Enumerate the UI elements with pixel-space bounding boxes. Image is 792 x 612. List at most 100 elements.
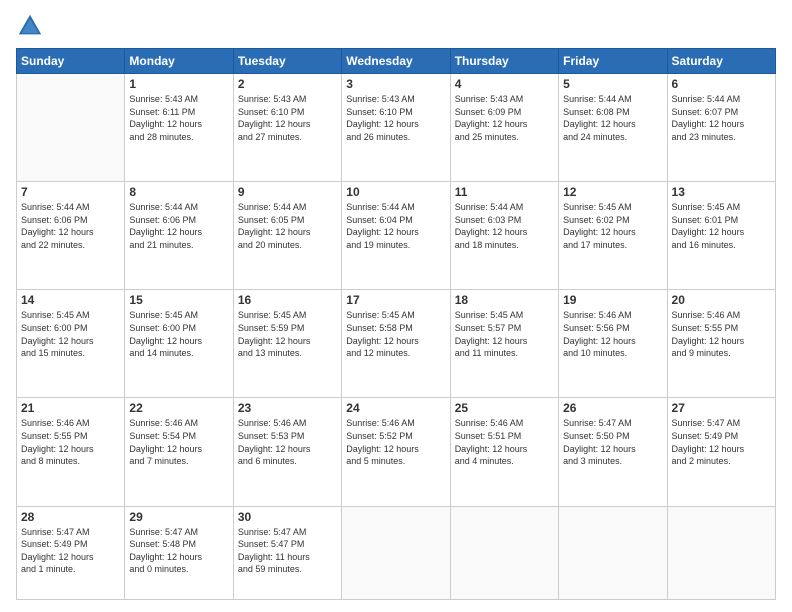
day-number: 12: [563, 185, 662, 199]
calendar-cell: 13 Sunrise: 5:45 AM Sunset: 6:01 PM Dayli…: [667, 182, 775, 290]
calendar-cell: 29 Sunrise: 5:47 AM Sunset: 5:48 PM Dayli…: [125, 506, 233, 599]
calendar-cell: 20 Sunrise: 5:46 AM Sunset: 5:55 PM Dayli…: [667, 290, 775, 398]
calendar-cell: 16 Sunrise: 5:45 AM Sunset: 5:59 PM Dayli…: [233, 290, 341, 398]
day-info: Sunrise: 5:47 AM Sunset: 5:48 PM Dayligh…: [129, 526, 228, 576]
day-info: Sunrise: 5:46 AM Sunset: 5:55 PM Dayligh…: [672, 309, 771, 359]
calendar-cell: 10Sunrise: 5:44 AM Sunset: 6:04 PM Dayli…: [342, 182, 450, 290]
day-number: 23: [238, 401, 337, 415]
calendar-cell: 2 Sunrise: 5:43 AM Sunset: 6:10 PM Daylig…: [233, 74, 341, 182]
calendar-cell: 27 Sunrise: 5:47 AM Sunset: 5:49 PM Dayli…: [667, 398, 775, 506]
day-number: 28: [21, 510, 120, 524]
day-number: 13: [672, 185, 771, 199]
calendar-header-row: SundayMondayTuesdayWednesdayThursdayFrid…: [17, 49, 776, 74]
day-info: Sunrise: 5:43 AM Sunset: 6:10 PM Dayligh…: [346, 93, 445, 143]
calendar-week-row: 1 Sunrise: 5:43 AM Sunset: 6:11 PM Daylig…: [17, 74, 776, 182]
calendar-week-row: 7 Sunrise: 5:44 AM Sunset: 6:06 PM Daylig…: [17, 182, 776, 290]
day-info: Sunrise: 5:47 AM Sunset: 5:47 PM Dayligh…: [238, 526, 337, 576]
day-number: 7: [21, 185, 120, 199]
day-number: 6: [672, 77, 771, 91]
calendar-cell: 18Sunrise: 5:45 AM Sunset: 5:57 PM Dayli…: [450, 290, 558, 398]
day-number: 21: [21, 401, 120, 415]
calendar-cell: 11 Sunrise: 5:44 AM Sunset: 6:03 PM Dayli…: [450, 182, 558, 290]
day-info: Sunrise: 5:46 AM Sunset: 5:55 PM Dayligh…: [21, 417, 120, 467]
day-number: 15: [129, 293, 228, 307]
calendar-cell: [559, 506, 667, 599]
calendar-header-monday: Monday: [125, 49, 233, 74]
calendar-table: SundayMondayTuesdayWednesdayThursdayFrid…: [16, 48, 776, 600]
calendar-header-tuesday: Tuesday: [233, 49, 341, 74]
calendar-cell: 1 Sunrise: 5:43 AM Sunset: 6:11 PM Daylig…: [125, 74, 233, 182]
calendar-cell: 5 Sunrise: 5:44 AM Sunset: 6:08 PM Daylig…: [559, 74, 667, 182]
calendar-cell: 21 Sunrise: 5:46 AM Sunset: 5:55 PM Dayli…: [17, 398, 125, 506]
calendar-cell: 22Sunrise: 5:46 AM Sunset: 5:54 PM Dayli…: [125, 398, 233, 506]
day-number: 25: [455, 401, 554, 415]
calendar-header-saturday: Saturday: [667, 49, 775, 74]
header: [16, 12, 776, 40]
day-info: Sunrise: 5:44 AM Sunset: 6:06 PM Dayligh…: [21, 201, 120, 251]
day-info: Sunrise: 5:47 AM Sunset: 5:49 PM Dayligh…: [672, 417, 771, 467]
day-number: 20: [672, 293, 771, 307]
calendar-cell: [667, 506, 775, 599]
day-info: Sunrise: 5:43 AM Sunset: 6:10 PM Dayligh…: [238, 93, 337, 143]
day-info: Sunrise: 5:44 AM Sunset: 6:07 PM Dayligh…: [672, 93, 771, 143]
calendar-cell: 4 Sunrise: 5:43 AM Sunset: 6:09 PM Daylig…: [450, 74, 558, 182]
calendar-header-thursday: Thursday: [450, 49, 558, 74]
calendar-cell: [450, 506, 558, 599]
day-number: 30: [238, 510, 337, 524]
day-number: 14: [21, 293, 120, 307]
day-number: 10: [346, 185, 445, 199]
day-number: 1: [129, 77, 228, 91]
day-number: 26: [563, 401, 662, 415]
day-number: 18: [455, 293, 554, 307]
calendar-header-friday: Friday: [559, 49, 667, 74]
day-number: 5: [563, 77, 662, 91]
day-info: Sunrise: 5:43 AM Sunset: 6:11 PM Dayligh…: [129, 93, 228, 143]
calendar-cell: 23 Sunrise: 5:46 AM Sunset: 5:53 PM Dayli…: [233, 398, 341, 506]
day-info: Sunrise: 5:44 AM Sunset: 6:08 PM Dayligh…: [563, 93, 662, 143]
day-number: 4: [455, 77, 554, 91]
day-number: 27: [672, 401, 771, 415]
day-number: 19: [563, 293, 662, 307]
day-info: Sunrise: 5:46 AM Sunset: 5:52 PM Dayligh…: [346, 417, 445, 467]
calendar-cell: 3 Sunrise: 5:43 AM Sunset: 6:10 PM Daylig…: [342, 74, 450, 182]
day-info: Sunrise: 5:45 AM Sunset: 6:02 PM Dayligh…: [563, 201, 662, 251]
calendar-header-wednesday: Wednesday: [342, 49, 450, 74]
day-number: 11: [455, 185, 554, 199]
calendar-cell: 15 Sunrise: 5:45 AM Sunset: 6:00 PM Dayli…: [125, 290, 233, 398]
calendar-cell: 9Sunrise: 5:44 AM Sunset: 6:05 PM Daylig…: [233, 182, 341, 290]
calendar-cell: 12 Sunrise: 5:45 AM Sunset: 6:02 PM Dayli…: [559, 182, 667, 290]
calendar-cell: 19 Sunrise: 5:46 AM Sunset: 5:56 PM Dayli…: [559, 290, 667, 398]
day-info: Sunrise: 5:44 AM Sunset: 6:03 PM Dayligh…: [455, 201, 554, 251]
calendar-cell: 25 Sunrise: 5:46 AM Sunset: 5:51 PM Dayli…: [450, 398, 558, 506]
day-info: Sunrise: 5:46 AM Sunset: 5:53 PM Dayligh…: [238, 417, 337, 467]
day-number: 3: [346, 77, 445, 91]
calendar-cell: 7 Sunrise: 5:44 AM Sunset: 6:06 PM Daylig…: [17, 182, 125, 290]
day-info: Sunrise: 5:46 AM Sunset: 5:51 PM Dayligh…: [455, 417, 554, 467]
calendar-cell: 30 Sunrise: 5:47 AM Sunset: 5:47 PM Dayli…: [233, 506, 341, 599]
logo-icon: [16, 12, 44, 40]
day-number: 29: [129, 510, 228, 524]
calendar-week-row: 14 Sunrise: 5:45 AM Sunset: 6:00 PM Dayli…: [17, 290, 776, 398]
calendar-week-row: 21 Sunrise: 5:46 AM Sunset: 5:55 PM Dayli…: [17, 398, 776, 506]
calendar-cell: 26Sunrise: 5:47 AM Sunset: 5:50 PM Dayli…: [559, 398, 667, 506]
day-number: 22: [129, 401, 228, 415]
calendar-cell: 28 Sunrise: 5:47 AM Sunset: 5:49 PM Dayli…: [17, 506, 125, 599]
day-info: Sunrise: 5:45 AM Sunset: 5:58 PM Dayligh…: [346, 309, 445, 359]
day-info: Sunrise: 5:46 AM Sunset: 5:56 PM Dayligh…: [563, 309, 662, 359]
calendar-cell: [17, 74, 125, 182]
day-info: Sunrise: 5:44 AM Sunset: 6:05 PM Dayligh…: [238, 201, 337, 251]
day-info: Sunrise: 5:45 AM Sunset: 6:01 PM Dayligh…: [672, 201, 771, 251]
day-number: 16: [238, 293, 337, 307]
day-number: 17: [346, 293, 445, 307]
calendar-cell: [342, 506, 450, 599]
day-info: Sunrise: 5:45 AM Sunset: 6:00 PM Dayligh…: [129, 309, 228, 359]
calendar-week-row: 28 Sunrise: 5:47 AM Sunset: 5:49 PM Dayli…: [17, 506, 776, 599]
calendar-cell: 8Sunrise: 5:44 AM Sunset: 6:06 PM Daylig…: [125, 182, 233, 290]
calendar-header-sunday: Sunday: [17, 49, 125, 74]
logo: [16, 12, 48, 40]
day-info: Sunrise: 5:47 AM Sunset: 5:49 PM Dayligh…: [21, 526, 120, 576]
calendar-cell: 17 Sunrise: 5:45 AM Sunset: 5:58 PM Dayli…: [342, 290, 450, 398]
day-info: Sunrise: 5:43 AM Sunset: 6:09 PM Dayligh…: [455, 93, 554, 143]
day-info: Sunrise: 5:45 AM Sunset: 5:59 PM Dayligh…: [238, 309, 337, 359]
day-number: 2: [238, 77, 337, 91]
